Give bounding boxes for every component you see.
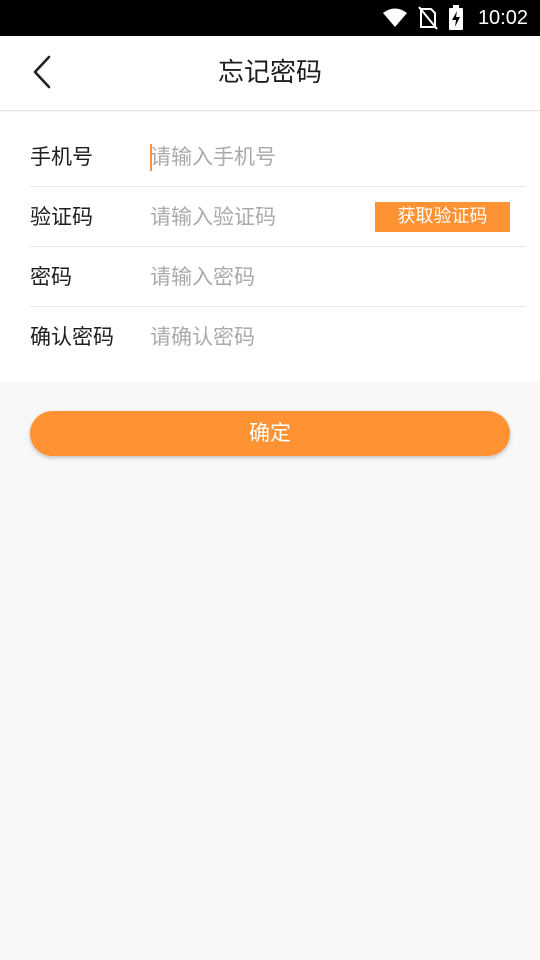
code-row: 验证码 获取验证码 <box>30 187 526 247</box>
wifi-icon <box>382 8 408 28</box>
password-label: 密码 <box>30 265 72 289</box>
title-bar: 忘记密码 <box>0 36 540 111</box>
status-icons: 10:02 <box>382 0 528 36</box>
battery-charging-icon <box>448 5 464 31</box>
confirm-password-row: 确认密码 <box>30 307 526 367</box>
code-input[interactable] <box>150 197 370 237</box>
get-code-button[interactable]: 获取验证码 <box>375 202 510 232</box>
phone-input[interactable] <box>150 137 370 177</box>
phone-label: 手机号 <box>30 145 93 169</box>
password-input[interactable] <box>150 257 370 297</box>
back-button[interactable] <box>14 36 70 111</box>
password-row: 密码 <box>30 247 526 307</box>
status-bar: 10:02 <box>0 0 540 36</box>
code-label: 验证码 <box>30 205 93 229</box>
text-cursor <box>150 144 152 171</box>
chevron-left-icon <box>31 54 53 94</box>
confirm-password-input[interactable] <box>150 317 370 357</box>
confirm-password-label: 确认密码 <box>30 325 114 349</box>
no-sim-icon <box>418 6 438 30</box>
confirm-button[interactable]: 确定 <box>30 411 510 456</box>
forgot-password-form: 手机号 验证码 获取验证码 密码 确认密码 <box>0 112 540 382</box>
page-title: 忘记密码 <box>217 58 322 88</box>
phone-row: 手机号 <box>30 127 526 187</box>
status-time: 10:02 <box>477 6 528 29</box>
